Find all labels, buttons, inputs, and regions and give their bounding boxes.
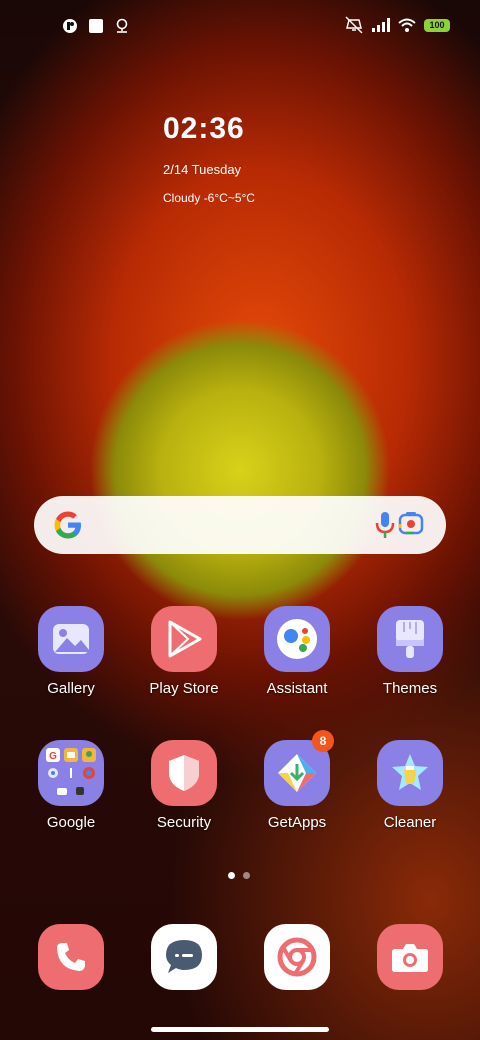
- messages-icon: [151, 924, 217, 990]
- status-bar: 100: [0, 0, 480, 56]
- app-label: Cleaner: [383, 814, 437, 831]
- mute-vibrate-icon: [345, 16, 363, 34]
- assistant-icon: [264, 606, 330, 672]
- app-label: Gallery: [47, 680, 95, 697]
- notification-badge: 8: [312, 730, 334, 752]
- app-getapps[interactable]: 8 GetApps: [247, 730, 347, 831]
- camera-icon: [377, 924, 443, 990]
- chrome-icon: [264, 924, 330, 990]
- app-security[interactable]: Security: [134, 740, 234, 831]
- app-label: Assistant: [266, 680, 328, 697]
- google-folder-icon: G: [38, 740, 104, 806]
- dock-messages[interactable]: [134, 924, 234, 990]
- app-cleaner[interactable]: Cleaner: [360, 740, 460, 831]
- app-label: Security: [156, 814, 212, 831]
- folder-google[interactable]: G Google: [21, 740, 121, 831]
- battery-indicator: 100: [424, 18, 450, 32]
- cleaner-icon: [377, 740, 443, 806]
- google-lens-icon[interactable]: [398, 510, 424, 536]
- square-notification-icon: [89, 19, 103, 33]
- dock-chrome[interactable]: [247, 924, 347, 990]
- google-g-icon: [54, 511, 81, 539]
- phone-icon: [38, 924, 104, 990]
- weather-text[interactable]: Cloudy -6°C~5°C: [163, 191, 255, 205]
- google-search-bar[interactable]: [34, 496, 446, 554]
- app-notification-icon: [63, 19, 77, 33]
- play-store-icon: [151, 606, 217, 672]
- page-dot[interactable]: [243, 872, 250, 879]
- themes-icon: [377, 606, 443, 672]
- app-label: Themes: [382, 680, 438, 697]
- gesture-home-bar[interactable]: [151, 1027, 329, 1032]
- getapps-icon: 8: [264, 730, 334, 806]
- dock-camera[interactable]: [360, 924, 460, 990]
- page-indicator[interactable]: [228, 872, 250, 879]
- microphone-icon[interactable]: [374, 510, 396, 540]
- wifi-icon: [398, 18, 416, 32]
- app-label: Google: [46, 814, 96, 831]
- app-gallery[interactable]: Gallery: [21, 606, 121, 697]
- app-assistant[interactable]: Assistant: [247, 606, 347, 697]
- app-play-store[interactable]: Play Store: [134, 606, 234, 697]
- page-dot-active[interactable]: [228, 872, 235, 879]
- date-text[interactable]: 2/14 Tuesday: [163, 162, 241, 177]
- app-label: Play Store: [149, 680, 219, 697]
- app-themes[interactable]: Themes: [360, 606, 460, 697]
- dock-phone[interactable]: [21, 924, 121, 990]
- gallery-icon: [38, 606, 104, 672]
- app-label: GetApps: [267, 814, 327, 831]
- clock-time[interactable]: 02:36: [163, 112, 245, 146]
- security-shield-icon: [151, 740, 217, 806]
- signal-icon: [372, 18, 390, 32]
- svg-text:G: G: [49, 751, 57, 762]
- location-notification-icon: [116, 18, 128, 33]
